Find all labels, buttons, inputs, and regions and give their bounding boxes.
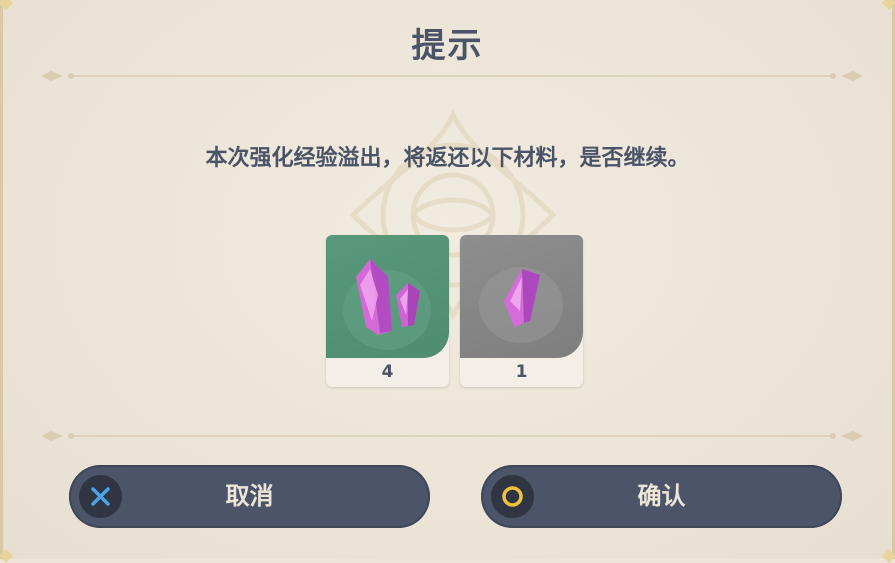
material-art [460,235,583,358]
material-count: 4 [381,362,394,382]
corner-ornament-icon [0,549,13,563]
prompt-dialog: 提示 本次强化经验溢出，将返还以下材料，是否继续。 4 1 取消 确认 [0,0,895,563]
confirm-button[interactable]: 确认 [481,465,842,528]
corner-ornament-icon [882,549,895,563]
cancel-button[interactable]: 取消 [69,465,430,528]
material-card-fine-ore[interactable]: 1 [460,235,583,387]
cancel-button-label: 取消 [225,482,274,510]
confirm-button-label: 确认 [637,482,686,510]
purple-crystal-cluster-icon [343,259,431,350]
material-count: 1 [515,362,528,382]
purple-crystal-icon [479,267,563,343]
ornamental-divider [41,71,863,81]
material-art [326,235,449,358]
corner-ornament-icon [0,0,13,10]
dialog-message: 本次强化经验溢出，将返还以下材料，是否继续。 [205,146,690,171]
dialog-title: 提示 [411,26,484,66]
corner-ornament-icon [882,0,895,10]
material-card-mystic-ore[interactable]: 4 [326,235,449,387]
ornamental-divider [41,431,863,441]
